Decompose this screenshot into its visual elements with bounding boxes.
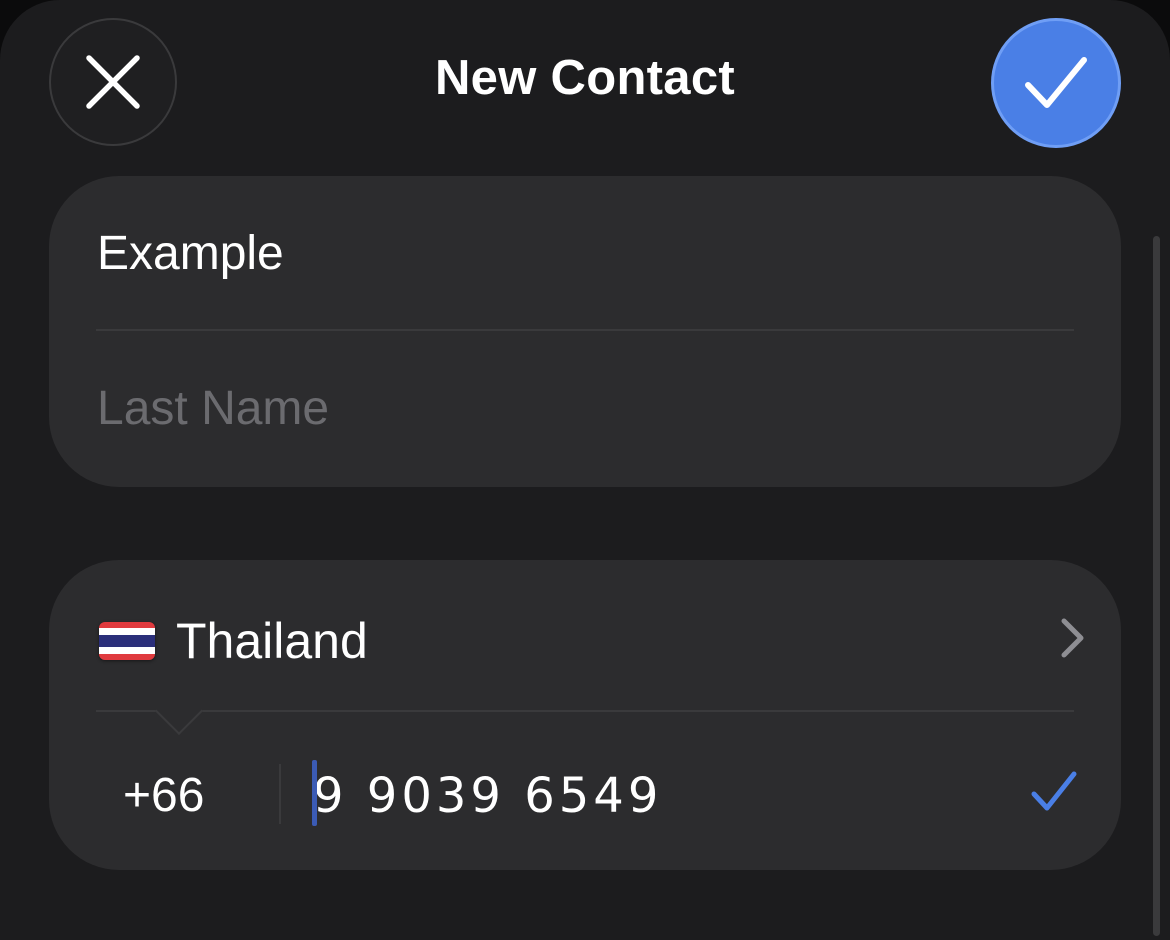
new-contact-sheet: New Contact Example Last Name Thailand +… (0, 0, 1170, 940)
done-button[interactable] (991, 18, 1121, 148)
scrollbar[interactable] (1153, 236, 1160, 936)
first-name-input[interactable]: Example (97, 226, 284, 281)
text-cursor (312, 760, 317, 826)
phone-number-input[interactable]: 9 9039 6549 (313, 768, 662, 824)
divider (96, 329, 1074, 331)
name-card (49, 176, 1121, 487)
chevron-right-icon (1061, 618, 1084, 658)
country-code-input[interactable]: +66 (123, 768, 204, 823)
close-icon (86, 55, 140, 109)
checkmark-icon (1031, 771, 1077, 811)
country-selector[interactable]: Thailand (96, 600, 1086, 680)
divider (96, 710, 1074, 712)
country-name: Thailand (176, 613, 368, 669)
page-title: New Contact (434, 51, 736, 105)
thailand-flag-icon (99, 622, 155, 660)
checkmark-icon (1025, 57, 1087, 108)
close-button[interactable] (49, 18, 177, 146)
separator (279, 764, 281, 824)
last-name-input[interactable]: Last Name (97, 381, 329, 436)
